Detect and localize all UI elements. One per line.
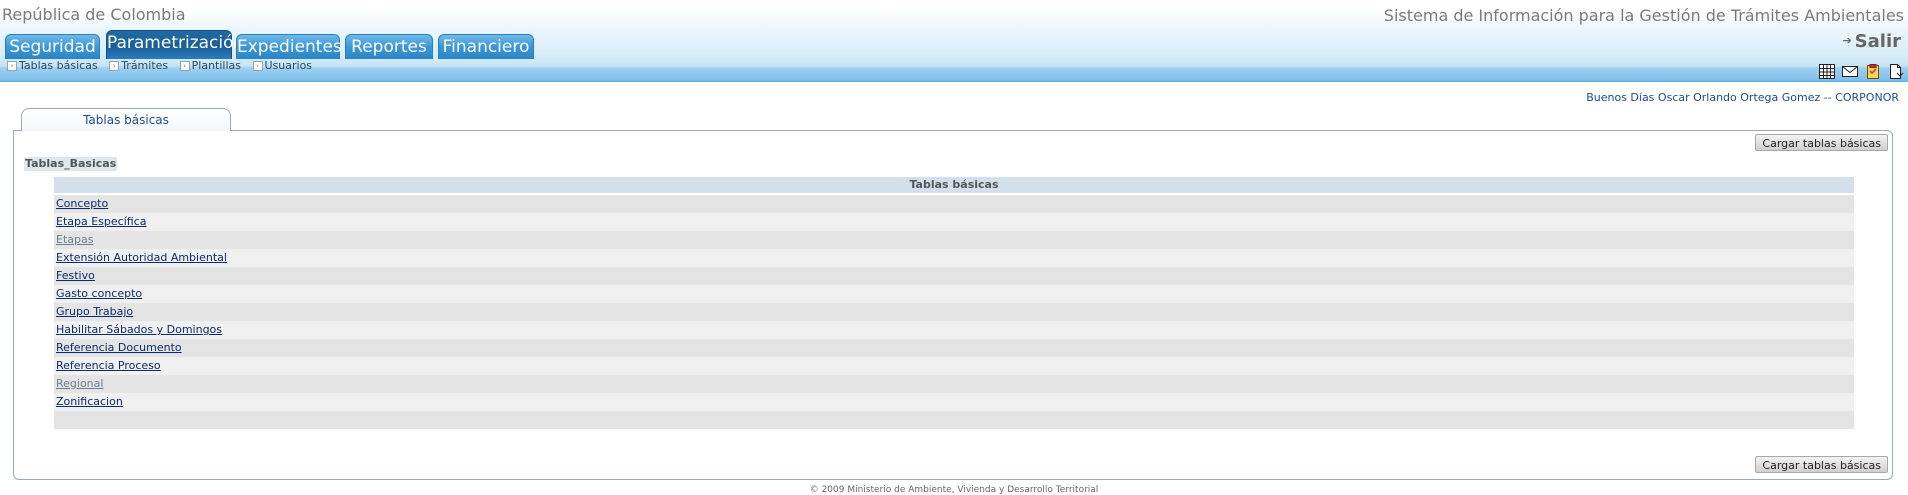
arrow-right-icon: ➔	[1842, 34, 1852, 47]
clipboard-icon[interactable]	[1865, 64, 1881, 79]
tab-expedientes[interactable]: Expedientes	[236, 34, 342, 59]
table-row: Extensión Autoridad Ambiental	[54, 249, 1854, 267]
tab-seguridad[interactable]: Seguridad	[5, 34, 100, 59]
table-link-festivo[interactable]: Festivo	[56, 269, 95, 282]
basic-tables-table: Tablas básicas Concepto Etapa Específica…	[54, 177, 1854, 429]
arrow-right-icon: ›	[7, 61, 17, 71]
table-link-habilitar-sabados-domingos[interactable]: Habilitar Sábados y Domingos	[56, 323, 222, 336]
footer-copyright: © 2009 Ministerio de Ambiente, Vivienda …	[809, 485, 1099, 495]
tab-financiero[interactable]: Financiero	[438, 34, 534, 59]
table-row: Zonificacion	[54, 393, 1854, 411]
tab-parametrizacion[interactable]: Parametrización	[106, 30, 244, 59]
tab-tablas-basicas[interactable]: Tablas básicas	[21, 108, 231, 131]
content-panel: Cargar tablas básicas Tablas_Basicas Tab…	[13, 130, 1893, 480]
table-row: Etapa Específica	[54, 213, 1854, 231]
table-row: Habilitar Sábados y Domingos	[54, 321, 1854, 339]
table-link-etapa-especifica[interactable]: Etapa Específica	[56, 215, 146, 228]
table-header: Tablas básicas	[54, 177, 1854, 193]
table-row-empty	[54, 411, 1854, 429]
table-link-referencia-documento[interactable]: Referencia Documento	[56, 341, 182, 354]
arrow-right-icon: ›	[109, 61, 120, 71]
table-row: Regional	[54, 375, 1854, 393]
arrow-right-icon: ›	[252, 61, 263, 71]
table-row: Grupo Trabajo	[54, 303, 1854, 321]
subnav-item-tramites[interactable]: › Trámites	[109, 59, 168, 72]
calendar-icon[interactable]	[1818, 64, 1835, 79]
document-icon[interactable]	[1888, 64, 1904, 79]
subnav-item-tablas-basicas[interactable]: › Tablas básicas	[7, 59, 98, 72]
table-link-grupo-trabajo[interactable]: Grupo Trabajo	[56, 305, 133, 318]
tab-reportes[interactable]: Reportes	[345, 34, 433, 59]
table-link-concepto[interactable]: Concepto	[56, 197, 108, 210]
section-title: Tablas_Basicas	[24, 157, 118, 171]
table-row: Festivo	[54, 267, 1854, 285]
table-row: Referencia Proceso	[54, 357, 1854, 375]
country-label: República de Colombia	[2, 5, 186, 24]
subnav-item-plantillas[interactable]: › Plantillas	[179, 59, 241, 72]
arrow-right-icon: ›	[179, 61, 190, 71]
table-row: Etapas	[54, 231, 1854, 249]
table-row: Referencia Documento	[54, 339, 1854, 357]
sub-navigation: › Tablas básicas › Trámites › Plantillas › U…	[7, 59, 320, 72]
table-link-extension-autoridad-ambiental[interactable]: Extensión Autoridad Ambiental	[56, 251, 227, 264]
user-greeting: Buenos Días Oscar Orlando Ortega Gomez -…	[1586, 91, 1899, 104]
table-link-zonificacion[interactable]: Zonificacion	[56, 395, 123, 408]
toolbar-icons	[1817, 64, 1904, 80]
load-basic-tables-button-bottom[interactable]: Cargar tablas básicas	[1755, 456, 1888, 473]
table-row: Gasto concepto	[54, 285, 1854, 303]
table-link-referencia-proceso[interactable]: Referencia Proceso	[56, 359, 161, 372]
logout-link[interactable]: ➔ Salir	[1842, 31, 1901, 52]
subnav-item-usuarios[interactable]: › Usuarios	[252, 59, 312, 72]
table-row: Concepto	[54, 195, 1854, 213]
system-title: Sistema de Información para la Gestión d…	[1383, 6, 1904, 25]
logout-label: Salir	[1854, 31, 1901, 52]
load-basic-tables-button[interactable]: Cargar tablas básicas	[1755, 134, 1888, 151]
table-link-etapas[interactable]: Etapas	[56, 233, 93, 246]
table-link-gasto-concepto[interactable]: Gasto concepto	[56, 287, 142, 300]
app-header: República de Colombia Sistema de Informa…	[0, 0, 1908, 82]
table-link-regional[interactable]: Regional	[56, 377, 103, 390]
mail-icon[interactable]	[1841, 64, 1858, 79]
